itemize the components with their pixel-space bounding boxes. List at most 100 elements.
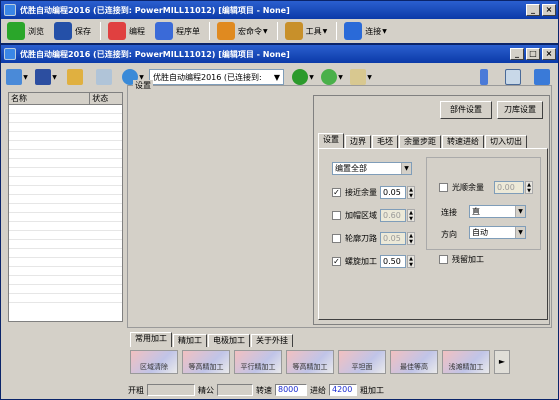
- toolbar-button-5[interactable]: 工具 ▼: [281, 20, 332, 42]
- strategy-button-3[interactable]: 等高精加工: [286, 350, 334, 374]
- left-option-value[interactable]: 0.60: [380, 209, 406, 222]
- floppy-icon: [54, 22, 72, 40]
- strategy-label: 等高精加工: [292, 363, 328, 371]
- tree-row[interactable]: [9, 177, 122, 186]
- tree-row[interactable]: [9, 258, 122, 267]
- refresh-button[interactable]: ▼: [319, 67, 345, 87]
- direction-select-value: 自动: [472, 228, 488, 237]
- tree-row[interactable]: [9, 222, 122, 231]
- tree-row[interactable]: [9, 240, 122, 249]
- inner-title-bar[interactable]: 优胜自动编程2016 (已连接到: PowerMILL11012) [编辑项目 …: [1, 45, 558, 63]
- tree-row[interactable]: [9, 114, 122, 123]
- strategy-button-1[interactable]: 等高精加工: [182, 350, 230, 374]
- checkbox-box[interactable]: [332, 234, 341, 243]
- direction-select[interactable]: 自动 ▼: [469, 226, 526, 239]
- left-option-label: 螺旋加工: [345, 257, 377, 266]
- strategy-tab-1[interactable]: 精加工: [173, 334, 207, 347]
- tab-1[interactable]: 边界: [345, 135, 371, 148]
- tree-row[interactable]: [9, 105, 122, 114]
- smooth-allowance-checkbox[interactable]: 光顺余量: [439, 182, 484, 193]
- edit-button[interactable]: ▼: [348, 67, 374, 87]
- close-button[interactable]: ×: [542, 4, 556, 16]
- left-option-checkbox-2[interactable]: 轮廓刀路: [332, 233, 377, 244]
- run-button[interactable]: ▼: [290, 67, 316, 87]
- left-option-value[interactable]: 0.50: [380, 255, 406, 268]
- tool-library-button[interactable]: 刀库设置: [497, 101, 543, 119]
- tree-row[interactable]: [9, 168, 122, 177]
- tree-row[interactable]: [9, 195, 122, 204]
- spin-arrows-icon[interactable]: ▲ ▼: [407, 209, 415, 222]
- spin-arrows-icon[interactable]: ▲ ▼: [525, 181, 533, 194]
- spin-arrows-icon[interactable]: ▲ ▼: [407, 232, 415, 245]
- tree-row[interactable]: [9, 123, 122, 132]
- toolbar-button-2[interactable]: 编程: [104, 20, 149, 42]
- outer-title-bar[interactable]: 优胜自动编程2016 (已连接到: PowerMILL11012) [编辑项目 …: [1, 1, 558, 19]
- minimize-button[interactable]: _: [510, 48, 524, 60]
- save-button[interactable]: ▼: [33, 67, 59, 87]
- status-field: [147, 384, 195, 396]
- left-option-checkbox-3[interactable]: ✓ 螺旋加工: [332, 256, 377, 267]
- checkbox-box[interactable]: [439, 183, 448, 192]
- tree-row[interactable]: [9, 213, 122, 222]
- tree-row[interactable]: [9, 276, 122, 285]
- strategy-button-6[interactable]: 浅滩精加工: [442, 350, 490, 374]
- open-folder-button[interactable]: ▼: [4, 67, 30, 87]
- left-option-value[interactable]: 0.05: [380, 232, 406, 245]
- spin-arrows-icon[interactable]: ▲ ▼: [407, 255, 415, 268]
- export-button[interactable]: [91, 67, 117, 87]
- tab-2[interactable]: 毛坯: [372, 135, 398, 148]
- tree-row[interactable]: [9, 267, 122, 276]
- tree-header-status[interactable]: 状态: [90, 93, 122, 104]
- tree-row[interactable]: [9, 204, 122, 213]
- checkbox-box[interactable]: ✓: [332, 257, 341, 266]
- tab-4[interactable]: 转速进给: [442, 135, 484, 148]
- scroll-right-icon[interactable]: ►: [494, 350, 510, 374]
- tree-row[interactable]: [9, 186, 122, 195]
- part-settings-button[interactable]: 部件设置: [440, 101, 492, 119]
- tree-row[interactable]: [9, 150, 122, 159]
- left-option-value[interactable]: 0.05: [380, 186, 406, 199]
- strategy-button-0[interactable]: 区域清除: [130, 350, 178, 374]
- back-button[interactable]: [529, 67, 555, 87]
- maximize-button[interactable]: □: [526, 48, 540, 60]
- tree-row[interactable]: [9, 159, 122, 168]
- tab-0[interactable]: 设置: [318, 133, 344, 148]
- tree-row[interactable]: [9, 294, 122, 303]
- tree-row[interactable]: [9, 132, 122, 141]
- close-button[interactable]: ×: [542, 48, 556, 60]
- checkbox-box[interactable]: [439, 255, 448, 264]
- checkbox-box[interactable]: [332, 211, 341, 220]
- toolbar-button-3[interactable]: 程序单: [151, 20, 204, 42]
- tab-5[interactable]: 切入切出: [485, 135, 527, 148]
- strategy-button-2[interactable]: 平行精加工: [234, 350, 282, 374]
- minimize-button[interactable]: _: [526, 4, 540, 16]
- checkbox-box[interactable]: ✓: [332, 188, 341, 197]
- toolbar-button-4[interactable]: 宏命令 ▼: [213, 20, 272, 42]
- tree-row[interactable]: [9, 285, 122, 294]
- tree-row[interactable]: [9, 249, 122, 258]
- toolbar-button-0[interactable]: 浏览: [3, 20, 48, 42]
- residual-machining-checkbox[interactable]: 残留加工: [439, 254, 484, 265]
- toolbar-button-6[interactable]: 连接 ▼: [340, 20, 391, 42]
- tree-header-name[interactable]: 名称: [9, 93, 91, 104]
- strategy-tab-0[interactable]: 常用加工: [130, 332, 172, 347]
- strategy-button-4[interactable]: 平坦面: [338, 350, 386, 374]
- smooth-allowance-input[interactable]: 0.00: [494, 181, 524, 194]
- left-option-checkbox-0[interactable]: ✓ 接近余量: [332, 187, 377, 198]
- strategy-button-5[interactable]: 最佳等高: [390, 350, 438, 374]
- spin-arrows-icon[interactable]: ▲ ▼: [407, 186, 415, 199]
- connect-select[interactable]: 直 ▼: [469, 205, 526, 218]
- project-tree[interactable]: 名称 状态: [8, 92, 123, 322]
- nc-combo[interactable]: 优胜自动编程2016 (已连接到: ▼: [149, 69, 284, 85]
- tree-row[interactable]: [9, 231, 122, 240]
- window-button[interactable]: [500, 67, 526, 87]
- pin-button[interactable]: [471, 67, 497, 87]
- left-option-checkbox-1[interactable]: 加帽区域: [332, 210, 377, 221]
- strategy-tab-3[interactable]: 关于外挂: [251, 334, 293, 347]
- mode-select[interactable]: 编置全部 ▼: [332, 162, 412, 175]
- tree-row[interactable]: [9, 141, 122, 150]
- open-project-button[interactable]: [62, 67, 88, 87]
- strategy-tab-2[interactable]: 电极加工: [208, 334, 250, 347]
- toolbar-button-1[interactable]: 保存: [50, 20, 95, 42]
- tab-3[interactable]: 余量步距: [399, 135, 441, 148]
